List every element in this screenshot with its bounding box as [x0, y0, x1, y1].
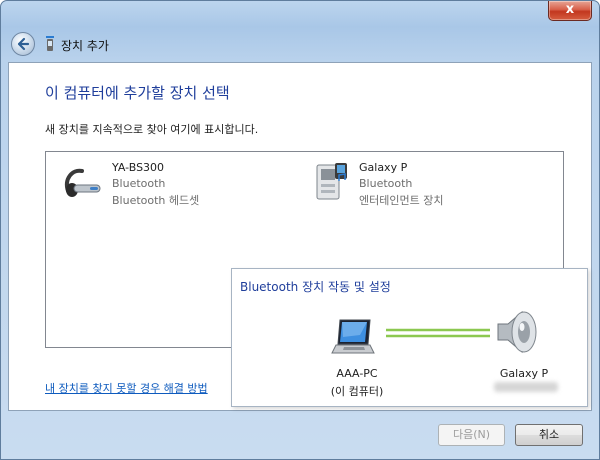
- page-description: 새 장치를 지속적으로 찾아 여기에 표시합니다.: [45, 123, 259, 136]
- popup-title: Bluetooth 장치 작동 및 설정: [240, 280, 391, 294]
- connection-lines: [386, 328, 490, 338]
- device-name: YA-BS300: [112, 161, 165, 174]
- headset-icon: [65, 168, 101, 197]
- device-category: 엔터테인먼트 장치: [359, 194, 444, 207]
- close-button[interactable]: x: [548, 1, 592, 21]
- navigation-bar: 장치 추가: [9, 31, 591, 57]
- computer-subtitle: (이 컴퓨터): [330, 385, 384, 398]
- device-name: Galaxy P: [359, 161, 408, 174]
- media-device-icon: [316, 163, 347, 200]
- speaker-icon: [497, 310, 537, 354]
- button-bar: 다음(N) 취소: [1, 413, 599, 459]
- device-address-blurred: [494, 382, 558, 392]
- help-link[interactable]: 내 장치를 찾지 못할 경우 해결 방법: [45, 380, 208, 396]
- device-category: Bluetooth 헤드셋: [112, 194, 200, 207]
- device-item-galaxy-p[interactable]: Galaxy P Bluetooth 엔터테인먼트 장치: [309, 161, 509, 211]
- device-type: Bluetooth: [359, 177, 413, 190]
- window-title: 장치 추가: [61, 39, 109, 53]
- device-item-ya-bs300[interactable]: YA-BS300 Bluetooth Bluetooth 헤드셋: [62, 161, 262, 211]
- cancel-button[interactable]: 취소: [515, 424, 583, 446]
- bluetooth-setup-popup: Bluetooth 장치 작동 및 설정 AAA-PC (이 컴퓨터) Gala…: [231, 268, 588, 407]
- back-button[interactable]: [11, 32, 35, 56]
- page-heading: 이 컴퓨터에 추가할 장치 선택: [45, 84, 230, 102]
- add-device-icon: [46, 36, 54, 51]
- add-device-window: x 장치 추가 이 컴퓨터에 추가할 장치 선택 새 장치를 지속적으로 찾아 …: [0, 0, 600, 460]
- computer-name: AAA-PC: [336, 367, 378, 380]
- back-arrow-icon: [17, 37, 30, 51]
- next-button[interactable]: 다음(N): [438, 424, 505, 446]
- target-device-name: Galaxy P: [499, 367, 549, 380]
- laptop-icon: [331, 319, 375, 354]
- device-type: Bluetooth: [112, 177, 166, 190]
